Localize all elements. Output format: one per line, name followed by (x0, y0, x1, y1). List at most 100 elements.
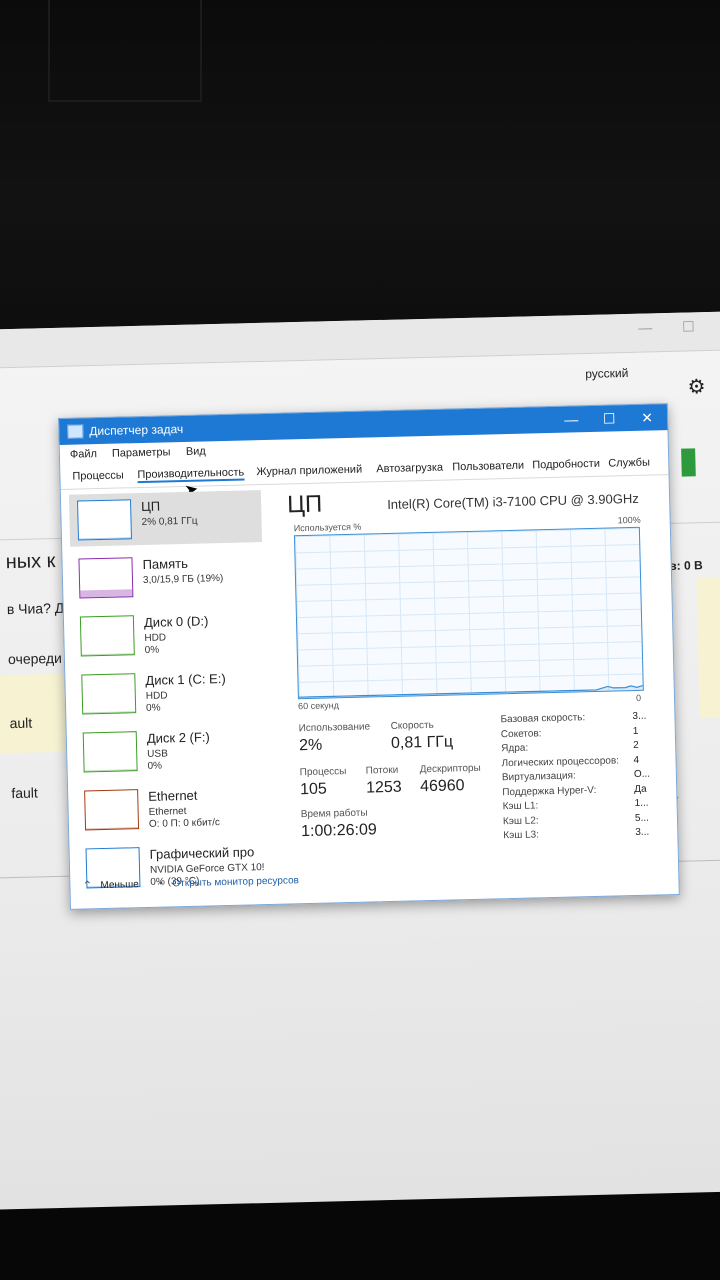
resource-thumbnail-graph (81, 673, 137, 715)
tab-users[interactable]: Пользователи (452, 460, 524, 474)
info-value: 1... (634, 797, 649, 810)
cpu-title: ЦП (286, 490, 323, 519)
sidebar-item[interactable]: Диск 2 (F:) USB 0% (75, 722, 268, 779)
menu-file[interactable]: Файл (70, 448, 97, 461)
sidebar-item-detail: HDD (145, 690, 168, 702)
cpu-usage-graph (293, 526, 644, 700)
info-key: Кэш L2: (502, 814, 539, 827)
info-key: Виртуализация: (501, 770, 576, 784)
cpu-usage-polyline (298, 685, 643, 698)
maximize-button[interactable]: ☐ (591, 408, 627, 429)
window-title: Диспетчер задач (89, 421, 184, 439)
uptime-label: Время работы (300, 807, 368, 821)
sidebar-item[interactable]: Диск 1 (C: E:) HDD 0% (73, 664, 266, 721)
info-value: 5... (634, 812, 649, 824)
sidebar-item-detail: USB (147, 748, 168, 760)
sidebar-item[interactable]: Ethernet Ethernet О: 0 П: 0 кбит/с (76, 780, 269, 837)
info-key: Поддержка Hyper-V: (502, 784, 597, 798)
tab-details[interactable]: Подробности (532, 458, 600, 472)
uptime-value: 1:00:26:09 (300, 821, 377, 841)
sidebar-item-detail: Ethernet (148, 805, 187, 818)
graph-min-label: 0 (635, 692, 642, 703)
info-value: 1 (632, 725, 639, 737)
task-manager-window: Диспетчер задач — ☐ ✕ Файл Параметры Вид… (58, 403, 680, 910)
gear-icon[interactable]: ⚙ (687, 374, 706, 399)
open-resource-monitor-link[interactable]: Открыть монитор ресурсов (172, 875, 299, 889)
tab-app-history[interactable]: Журнал приложений (256, 464, 362, 479)
resource-monitor-icon[interactable]: ◔ (156, 877, 164, 891)
monitor-bezel (0, 0, 720, 330)
resource-thumbnail-graph (77, 499, 132, 541)
menu-options[interactable]: Параметры (112, 446, 171, 459)
resource-thumbnail-graph (82, 731, 138, 773)
tab-services[interactable]: Службы (608, 457, 650, 470)
background-heading: ных к (5, 549, 56, 574)
background-text-queue: очереди (7, 649, 63, 668)
graph-utilization-label: Используется % (293, 521, 362, 534)
sidebar-item-name: Диск 2 (F:) (146, 729, 210, 746)
info-value: 2 (633, 739, 639, 752)
speed-label: Скорость (390, 719, 434, 732)
sidebar-item-detail: 3,0/15,9 ГБ (19%) (142, 573, 224, 586)
handles-label: Дескрипторы (419, 762, 481, 776)
sidebar-item[interactable]: Диск 0 (D:) HDD 0% (72, 606, 265, 663)
info-key: Базовая скорость: (500, 712, 586, 726)
info-key: Кэш L1: (502, 800, 539, 813)
cpu-usage-line (298, 685, 643, 699)
fewer-details-link[interactable]: Меньше (100, 879, 139, 891)
info-value: Да (634, 783, 647, 795)
sidebar-item-name: ЦП (141, 498, 161, 514)
info-key: Ядра: (501, 742, 529, 755)
tab-processes[interactable]: Процессы (72, 469, 124, 482)
resource-thumbnail-graph (79, 615, 135, 657)
utilization-label: Использование (298, 721, 371, 735)
sidebar-item-detail: 0% (144, 644, 160, 656)
threads-value: 1253 (365, 778, 402, 797)
minimize-button[interactable]: — (553, 409, 589, 430)
info-value: 4 (633, 754, 640, 766)
resource-thumbnail-graph (78, 557, 134, 599)
threads-label: Потоки (365, 764, 399, 777)
handles-value: 46960 (419, 777, 465, 796)
graph-max-label: 100% (617, 514, 641, 526)
cpu-model: Intel(R) Core(TM) i3-7100 CPU @ 3.90GHz (387, 490, 639, 512)
graph-time-label: 60 секунд (297, 700, 340, 712)
sidebar-item[interactable]: ЦП 2% 0,81 ГГц (68, 490, 263, 547)
sidebar-item-name: Ethernet (148, 787, 198, 804)
background-minimize-button[interactable]: — (638, 319, 652, 335)
info-key: Сокетов: (500, 727, 542, 740)
background-text-default-2: fault (11, 784, 38, 802)
sidebar-item-name: Диск 1 (C: E:) (145, 670, 226, 688)
sidebar-item[interactable]: Память 3,0/15,9 ГБ (19%) (70, 548, 263, 605)
resource-usage-fill (84, 769, 137, 772)
utilization-value: 2% (298, 736, 323, 755)
task-manager-icon (67, 424, 84, 439)
sidebar-item-name: Диск 0 (D:) (143, 613, 209, 630)
background-green-button[interactable] (681, 448, 696, 477)
chevron-up-icon[interactable]: ⌃ (82, 878, 92, 892)
processes-label: Процессы (299, 766, 347, 779)
resource-usage-fill (81, 653, 134, 656)
background-maximize-button[interactable]: ☐ (682, 318, 695, 335)
speed-value: 0,81 ГГц (390, 733, 454, 752)
sidebar-item-detail: HDD (144, 632, 167, 644)
resource-usage-fill (86, 827, 139, 830)
processes-value: 105 (299, 780, 328, 799)
bezel-reflection (48, 0, 202, 102)
info-key: Кэш L3: (503, 829, 540, 842)
close-button[interactable]: ✕ (629, 407, 665, 428)
resource-usage-fill (80, 589, 133, 598)
sidebar-item-name: Графический про (149, 844, 255, 862)
resource-usage-fill (78, 537, 131, 540)
sidebar-item-detail: О: 0 П: 0 кбит/с (148, 817, 221, 830)
info-value: 3... (632, 710, 647, 723)
info-value: 3... (635, 826, 650, 839)
language-label[interactable]: русский (585, 366, 628, 381)
sidebar-item-detail: 2% 0,81 ГГц (141, 515, 198, 528)
tab-startup[interactable]: Автозагрузка (376, 462, 443, 476)
resource-thumbnail-graph (84, 789, 140, 831)
menu-view[interactable]: Вид (186, 445, 206, 457)
info-key: Логических процессоров: (501, 754, 620, 769)
resource-usage-fill (83, 711, 136, 714)
background-text-default-1: ault (9, 714, 33, 732)
